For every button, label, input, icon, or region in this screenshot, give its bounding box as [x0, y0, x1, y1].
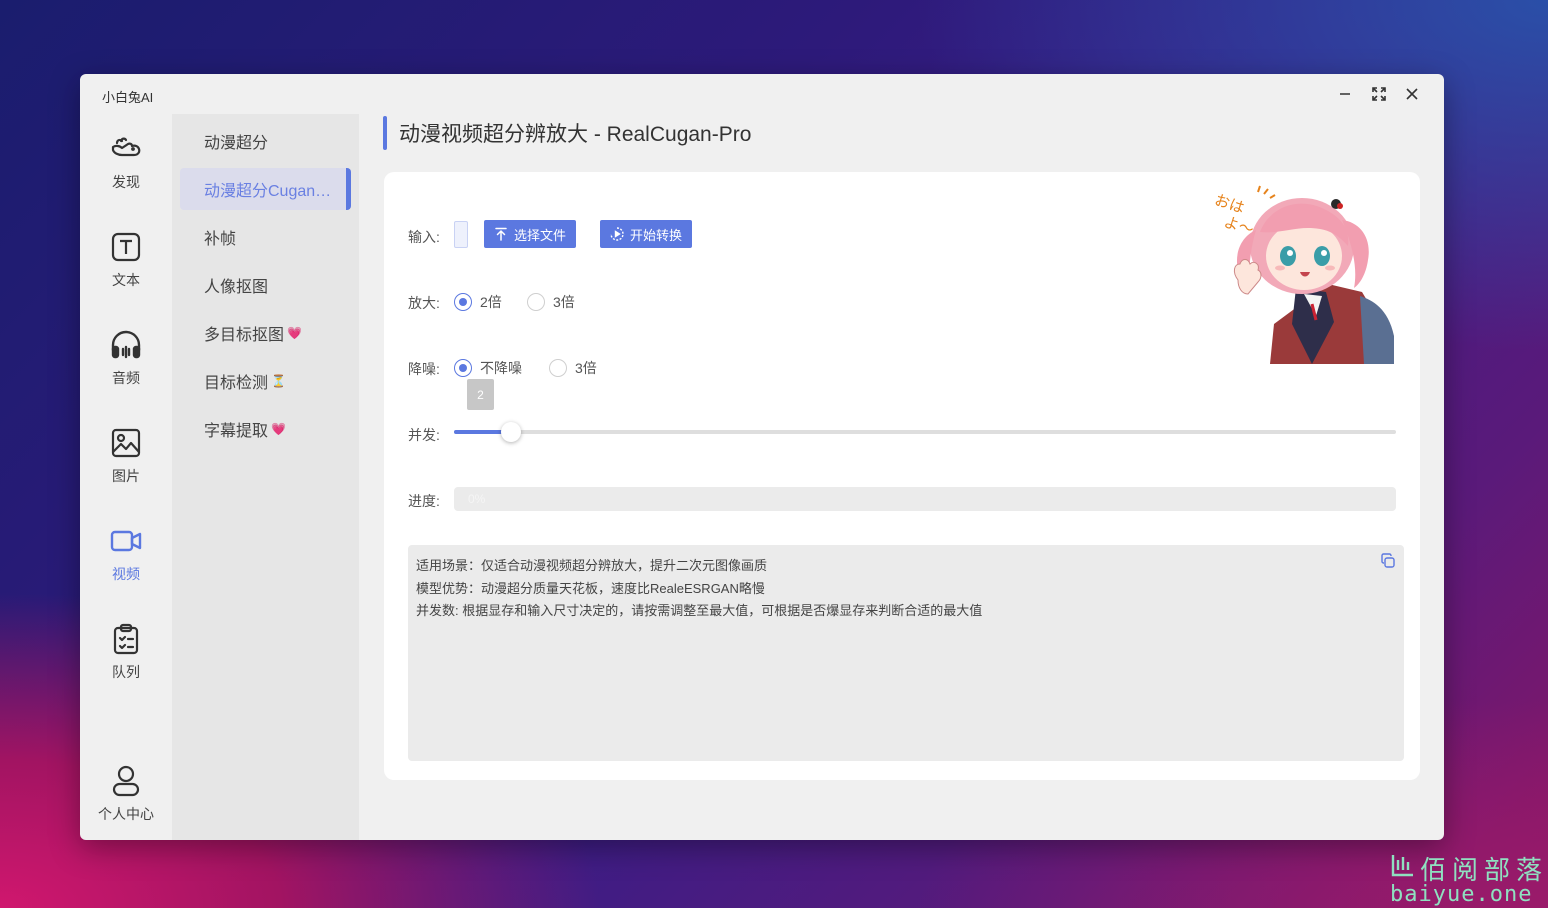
- concurrency-label: 并发:: [408, 427, 440, 443]
- page-header: 动漫视频超分辨放大 - RealCugan-Pro: [383, 116, 751, 150]
- submenu-item-frame-interp[interactable]: 补帧: [180, 216, 351, 258]
- rail-item-image[interactable]: 图片: [80, 426, 172, 502]
- denoise-option-3x[interactable]: 3倍: [549, 358, 597, 378]
- anime-girl-mascot-image: おは よ〜!: [1212, 185, 1394, 364]
- title-accent-bar: [383, 116, 387, 150]
- submenu-item-multi-matting[interactable]: 多目标抠图 💗: [180, 312, 351, 354]
- scale-option-2x[interactable]: 2倍: [454, 292, 502, 312]
- maximize-button[interactable]: [1366, 82, 1392, 106]
- submenu-label: 补帧: [204, 231, 237, 248]
- rail-item-discover[interactable]: 发现: [80, 132, 172, 208]
- radio-dot: [527, 293, 545, 311]
- rail-label: 文本: [112, 272, 140, 288]
- radio-dot: [454, 359, 472, 377]
- title-bar: 小白兔AI: [80, 74, 1444, 114]
- submenu-label: 多目标抠图: [204, 327, 285, 344]
- concurrency-tooltip: 2: [467, 379, 494, 410]
- info-panel: 适用场景：仅适合动漫视频超分辨放大，提升二次元图像画质 模型优势：动漫超分质量天…: [408, 545, 1404, 761]
- info-line-advantage: 模型优势：动漫超分质量天花板，速度比RealeESRGAN略慢: [416, 580, 765, 596]
- radio-label: 2倍: [480, 294, 502, 310]
- rail-item-audio[interactable]: 音频: [80, 328, 172, 404]
- minimize-icon: [1340, 93, 1350, 95]
- rail-label: 个人中心: [98, 806, 154, 822]
- rail-item-queue[interactable]: 队列: [80, 622, 172, 698]
- page-title: 动漫视频超分辨放大 - RealCugan-Pro: [399, 123, 752, 146]
- submenu-item-subtitle[interactable]: 字幕提取 💗: [180, 408, 351, 450]
- denoise-option-none[interactable]: 不降噪: [454, 358, 522, 378]
- heart-badge-icon: 💗: [271, 422, 286, 436]
- submenu-item-detection[interactable]: 目标检测 ⏳: [180, 360, 351, 402]
- text-icon: [111, 232, 141, 262]
- denoise-label: 降噪:: [408, 361, 440, 377]
- rail-label: 发现: [112, 174, 140, 190]
- watermark-logo-icon: [1391, 855, 1413, 877]
- close-icon: [1406, 88, 1418, 100]
- scale-option-3x[interactable]: 3倍: [527, 292, 575, 312]
- play-circle-icon: [610, 227, 624, 241]
- info-line-scenario: 适用场景：仅适合动漫视频超分辨放大，提升二次元图像画质: [416, 558, 768, 573]
- start-convert-button[interactable]: 开始转换: [600, 220, 693, 248]
- input-label: 输入:: [408, 229, 440, 245]
- submenu-label: 字幕提取: [204, 423, 269, 440]
- submenu-item-anime-sr[interactable]: 动漫超分: [180, 120, 351, 162]
- info-line-concurrency: 并发数: 根据显存和输入尺寸决定的，请按需调整至最大值，可根据是否爆显存来判断合…: [416, 603, 983, 618]
- watermark-en: baiyue.one: [1390, 882, 1533, 907]
- slider-handle[interactable]: [501, 422, 521, 442]
- maximize-icon: [1372, 87, 1386, 101]
- settings-card: 输入: 选择文件 开始转换 放大: 2倍 3倍 降噪: 不降噪 3倍 并发: 2…: [384, 172, 1420, 780]
- copy-icon[interactable]: [1380, 553, 1396, 569]
- radio-dot: [549, 359, 567, 377]
- submenu-label: 动漫超分Cugan-Pro: [204, 183, 332, 200]
- clipboard-icon: [113, 623, 139, 655]
- rail-label: 音频: [112, 370, 140, 386]
- headphones-icon: [111, 330, 141, 359]
- app-window: 小白兔AI 发现 文本 音频 图片 视频 队列 个人中心 动漫超分 动漫超分Cu…: [80, 74, 1444, 840]
- submenu-item-cugan-pro[interactable]: 动漫超分Cugan-Pro: [180, 168, 351, 210]
- app-title: 小白兔AI: [102, 90, 154, 105]
- side-rail: 发现 文本 音频 图片 视频 队列 个人中心: [80, 114, 172, 840]
- upload-icon: [495, 227, 507, 241]
- radio-label: 不降噪: [480, 360, 522, 376]
- rail-item-video[interactable]: 视频: [80, 524, 172, 600]
- rail-label: 图片: [112, 468, 140, 484]
- submenu-label: 动漫超分: [204, 135, 269, 152]
- rail-label: 队列: [112, 664, 140, 680]
- submenu-label: 目标检测: [204, 375, 269, 392]
- close-button[interactable]: [1399, 82, 1425, 106]
- minimize-button[interactable]: [1332, 82, 1358, 106]
- radio-label: 3倍: [553, 294, 575, 310]
- concurrency-slider[interactable]: [454, 422, 1396, 442]
- radio-dot: [454, 293, 472, 311]
- radio-label: 3倍: [575, 360, 597, 376]
- heart-badge-icon: 💗: [287, 326, 302, 340]
- progress-bar: 0%: [454, 487, 1396, 511]
- user-icon: [112, 765, 140, 797]
- submenu-label: 人像抠图: [204, 279, 269, 296]
- sub-menu: 动漫超分 动漫超分Cugan-Pro 补帧 人像抠图 多目标抠图 💗 目标检测 …: [172, 114, 359, 840]
- hourglass-badge-icon: ⏳: [271, 374, 286, 388]
- rail-label: 视频: [112, 566, 140, 582]
- progress-text: 0%: [468, 492, 486, 506]
- rabbit-icon: [111, 137, 141, 157]
- scale-label: 放大:: [408, 295, 440, 311]
- start-convert-label: 开始转换: [630, 227, 683, 243]
- progress-label: 进度:: [408, 493, 440, 509]
- rail-item-text[interactable]: 文本: [80, 230, 172, 306]
- input-file-field[interactable]: [454, 221, 468, 248]
- select-file-label: 选择文件: [514, 227, 567, 243]
- video-icon: [110, 530, 142, 552]
- submenu-item-portrait-matting[interactable]: 人像抠图: [180, 264, 351, 306]
- site-watermark: 佰阅部落 baiyue.one: [1388, 848, 1548, 908]
- select-file-button[interactable]: 选择文件: [484, 220, 577, 248]
- image-icon: [111, 428, 141, 458]
- rail-item-profile[interactable]: 个人中心: [80, 764, 172, 840]
